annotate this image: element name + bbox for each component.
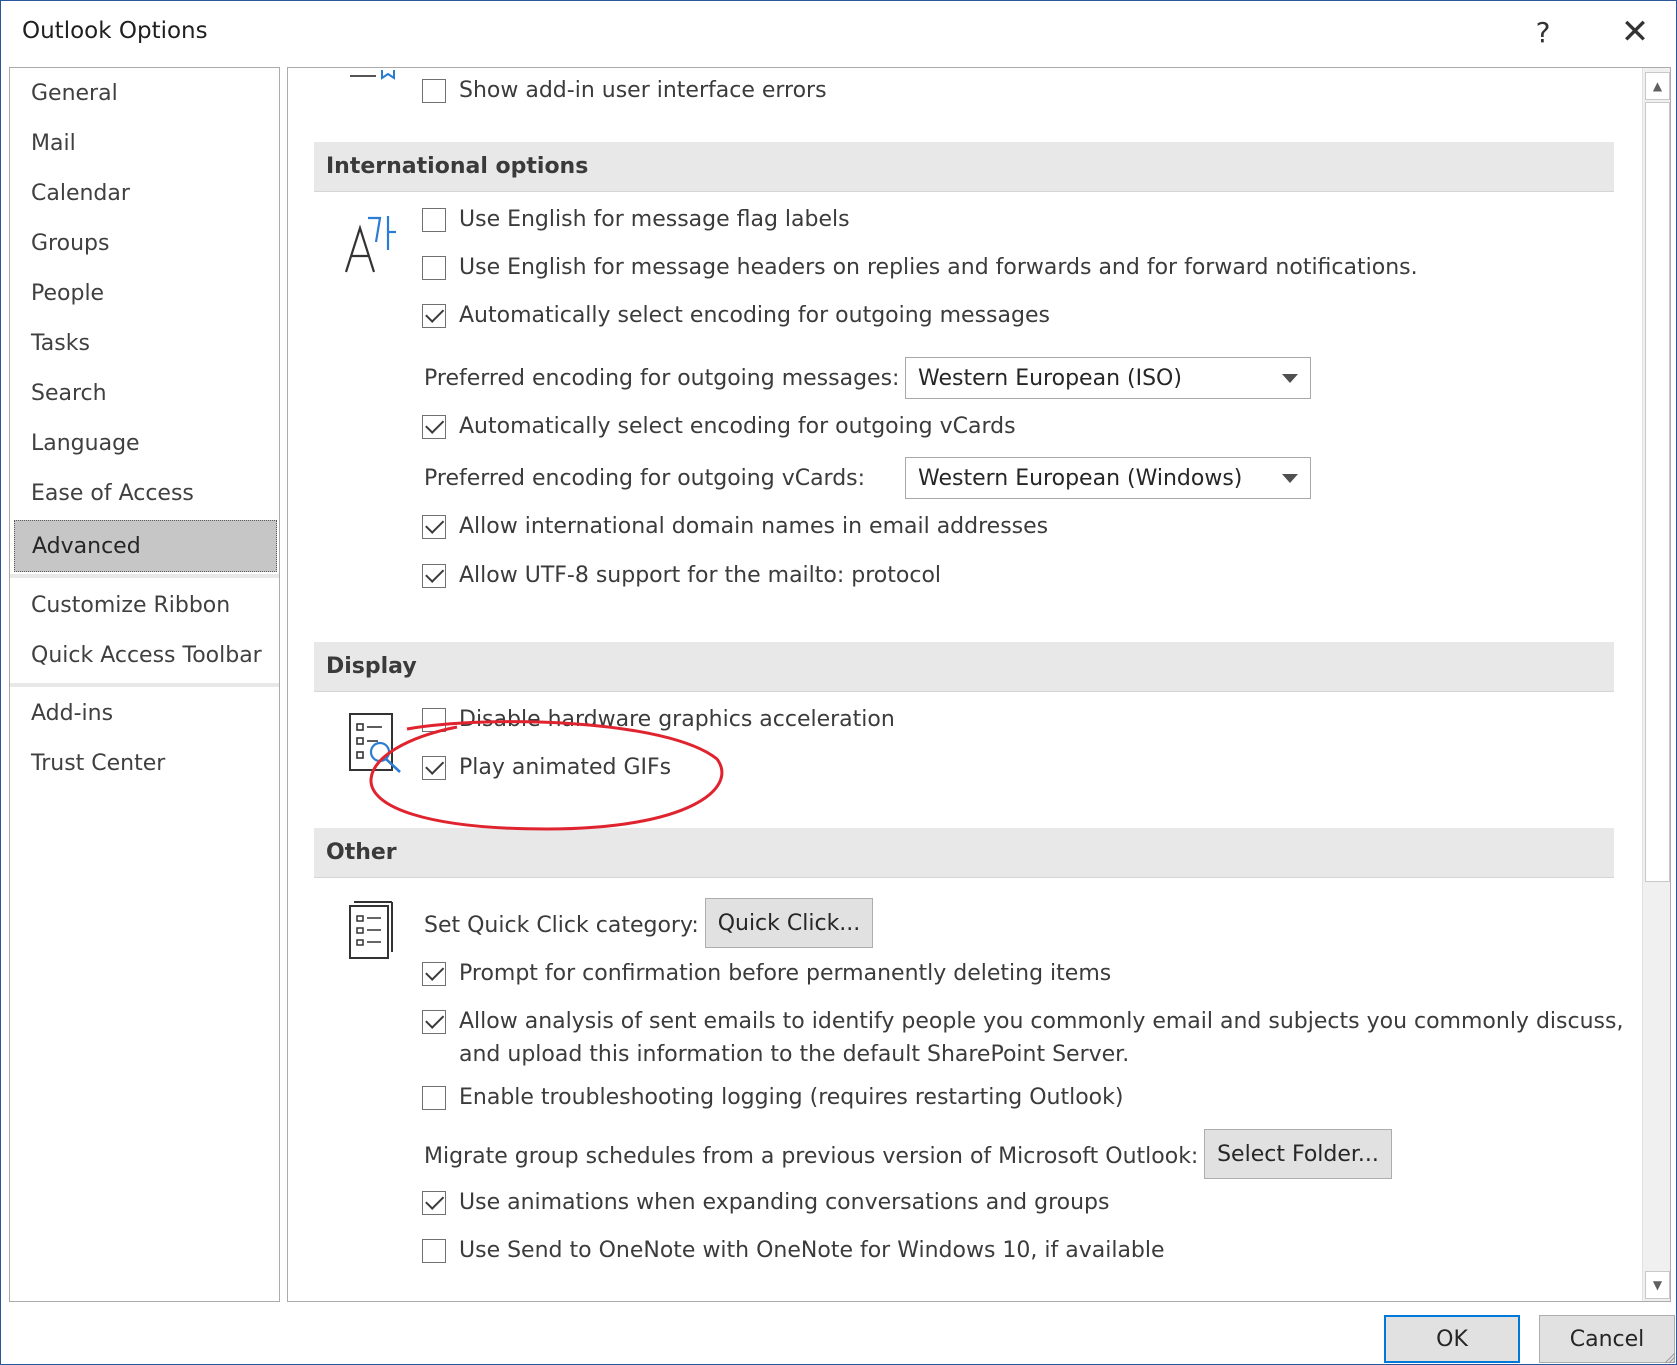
checkbox[interactable]: [422, 255, 446, 280]
outlook-options-dialog: Outlook Options ? ✕ General Mail Calenda…: [0, 0, 1677, 1365]
close-icon: ✕: [1620, 12, 1650, 52]
chevron-down-icon: [1282, 374, 1298, 383]
resize-grip-icon[interactable]: [1661, 1349, 1677, 1365]
ok-button[interactable]: OK: [1384, 1315, 1520, 1363]
checkbox[interactable]: [422, 1190, 446, 1215]
option-utf8-mailto[interactable]: Allow UTF-8 support for the mailto: prot…: [422, 563, 941, 588]
option-allow-analysis[interactable]: Allow analysis of sent emails to identif…: [422, 1009, 1623, 1034]
option-english-headers[interactable]: Use English for message headers on repli…: [422, 255, 1418, 280]
section-header-display: Display: [314, 642, 1614, 692]
sidebar-item-groups[interactable]: Groups: [10, 218, 279, 268]
checkbox[interactable]: [422, 414, 446, 439]
checkbox[interactable]: [422, 207, 446, 232]
preferred-encoding-vcards-label: Preferred encoding for outgoing vCards:: [424, 466, 866, 491]
chevron-down-icon: ▼: [1652, 1278, 1663, 1292]
help-icon: ?: [1535, 15, 1551, 49]
option-auto-encoding-messages[interactable]: Automatically select encoding for outgoi…: [422, 303, 1050, 328]
display-settings-icon: [349, 713, 401, 773]
checkbox[interactable]: [422, 1009, 446, 1034]
option-show-addin-errors[interactable]: Show add-in user interface errors: [422, 78, 827, 103]
sidebar-item-quick-access-toolbar[interactable]: Quick Access Toolbar: [10, 630, 279, 680]
checkbox[interactable]: [422, 563, 446, 588]
chevron-up-icon: ▲: [1652, 79, 1663, 93]
options-content-pane: Show add-in user interface errors Intern…: [287, 67, 1671, 1302]
title-bar: Outlook Options ? ✕: [1, 1, 1676, 63]
option-play-animated-gifs[interactable]: Play animated GIFs: [422, 755, 671, 780]
content-scrollbar[interactable]: ▲ ▼: [1642, 68, 1670, 1301]
checkbox[interactable]: [422, 303, 446, 328]
preferred-encoding-messages-label: Preferred encoding for outgoing messages…: [424, 366, 900, 391]
checkbox[interactable]: [422, 755, 446, 780]
sidebar-item-people[interactable]: People: [10, 268, 279, 318]
sidebar-item-language[interactable]: Language: [10, 418, 279, 468]
chevron-down-icon: [1282, 474, 1298, 483]
option-intl-domain-names[interactable]: Allow international domain names in emai…: [422, 514, 1048, 539]
select-folder-button[interactable]: Select Folder...: [1204, 1129, 1392, 1179]
scrollbar-thumb[interactable]: [1645, 102, 1670, 882]
sidebar-item-calendar[interactable]: Calendar: [10, 168, 279, 218]
sidebar-item-trust-center[interactable]: Trust Center: [10, 738, 279, 788]
close-button[interactable]: ✕: [1605, 9, 1665, 55]
option-use-animations[interactable]: Use animations when expanding conversati…: [422, 1190, 1109, 1215]
checkbox[interactable]: [422, 707, 446, 732]
sidebar-item-ease-of-access[interactable]: Ease of Access: [10, 468, 279, 518]
sidebar-item-customize-ribbon[interactable]: Customize Ribbon: [10, 580, 279, 630]
encoding-vcards-dropdown[interactable]: Western European (Windows): [905, 457, 1311, 499]
add-ins-icon: [350, 70, 395, 80]
checkbox[interactable]: [422, 961, 446, 986]
encoding-messages-dropdown[interactable]: Western European (ISO): [905, 357, 1311, 399]
option-troubleshooting-logging[interactable]: Enable troubleshooting logging (requires…: [422, 1085, 1123, 1110]
quick-click-button[interactable]: Quick Click...: [705, 898, 873, 948]
sidebar-item-mail[interactable]: Mail: [10, 118, 279, 168]
option-send-to-onenote[interactable]: Use Send to OneNote with OneNote for Win…: [422, 1238, 1165, 1263]
section-header-other: Other: [314, 828, 1614, 878]
sidebar-divider: [10, 574, 279, 578]
migrate-schedules-label: Migrate group schedules from a previous …: [424, 1144, 1199, 1169]
sidebar-item-general[interactable]: General: [10, 68, 279, 118]
sidebar-divider: [10, 683, 279, 687]
checkbox[interactable]: [422, 1085, 446, 1110]
checkbox[interactable]: [422, 1238, 446, 1263]
option-auto-encoding-vcards[interactable]: Automatically select encoding for outgoi…: [422, 414, 1016, 439]
section-header-international: International options: [314, 142, 1614, 192]
cancel-button[interactable]: Cancel: [1539, 1315, 1675, 1363]
scroll-up-button[interactable]: ▲: [1645, 72, 1670, 100]
scroll-down-button[interactable]: ▼: [1645, 1271, 1670, 1299]
quick-click-list-icon: [349, 901, 393, 959]
checkbox[interactable]: [422, 78, 446, 103]
option-prompt-delete[interactable]: Prompt for confirmation before permanent…: [422, 961, 1111, 986]
sidebar-item-tasks[interactable]: Tasks: [10, 318, 279, 368]
quick-click-label: Set Quick Click category:: [424, 913, 699, 938]
sidebar-item-search[interactable]: Search: [10, 368, 279, 418]
option-english-flag-labels[interactable]: Use English for message flag labels: [422, 207, 850, 232]
sidebar-item-advanced[interactable]: Advanced: [14, 520, 277, 572]
options-sidebar: General Mail Calendar Groups People Task…: [9, 67, 280, 1302]
help-button[interactable]: ?: [1513, 9, 1573, 55]
dialog-title: Outlook Options: [22, 18, 208, 44]
allow-analysis-label-line2: and upload this information to the defau…: [459, 1042, 1130, 1067]
international-language-icon: [344, 216, 396, 273]
sidebar-item-add-ins[interactable]: Add-ins: [10, 688, 279, 738]
option-disable-hw-accel[interactable]: Disable hardware graphics acceleration: [422, 707, 895, 732]
checkbox[interactable]: [422, 514, 446, 539]
